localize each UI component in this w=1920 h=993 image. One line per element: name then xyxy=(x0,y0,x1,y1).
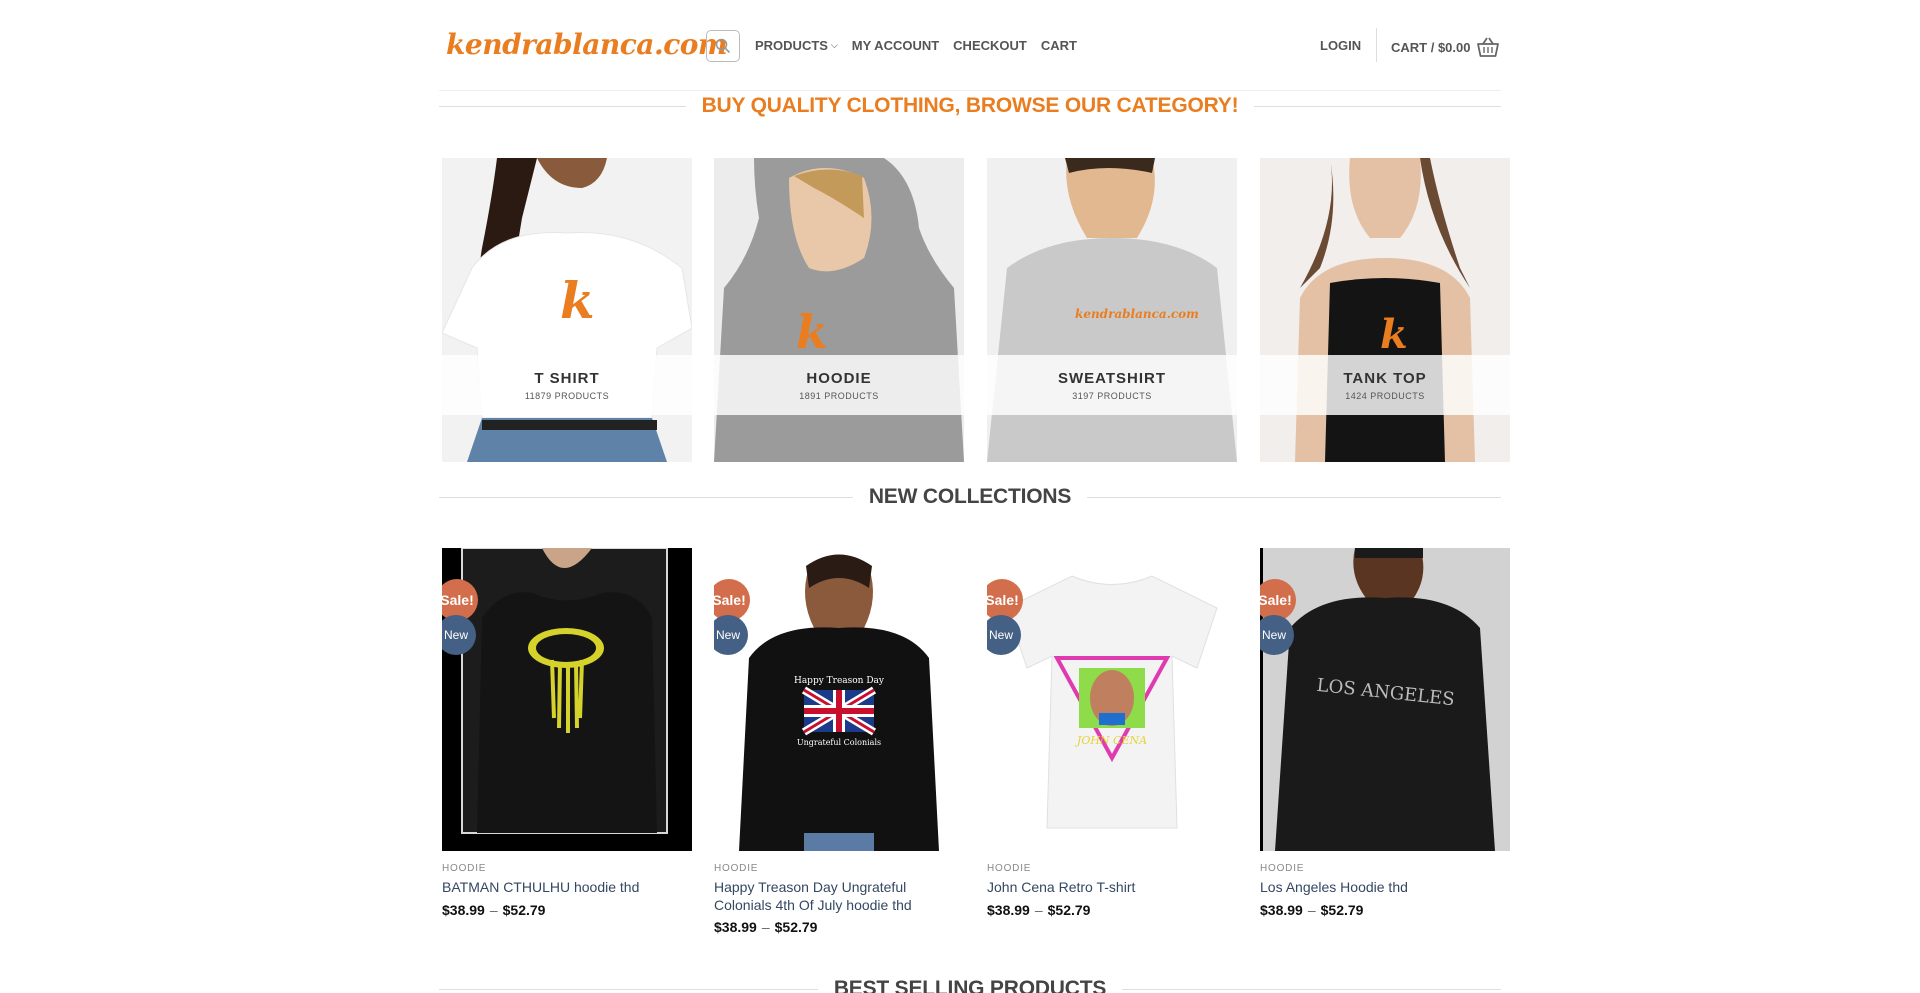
search-button[interactable] xyxy=(706,30,740,62)
category-name: TANK TOP xyxy=(1343,369,1427,387)
nav-item-cart[interactable]: CART xyxy=(1041,38,1077,53)
nav-item-my-account[interactable]: MY ACCOUNT xyxy=(852,38,939,53)
product-price: $38.99– $52.79 xyxy=(1260,901,1364,918)
best-selling-section-title: BEST SELLING PRODUCTS xyxy=(439,977,1502,993)
product-title[interactable]: BATMAN CTHULHU hoodie thd xyxy=(442,879,692,897)
product-photo: LOS ANGELES xyxy=(1260,548,1510,851)
site-logo[interactable]: kendrablanca.com xyxy=(446,28,728,61)
cart-link[interactable]: CART / $0.00 xyxy=(1391,36,1500,58)
category-count: 3197 PRODUCTS xyxy=(1072,390,1152,401)
product-category: HOODIE xyxy=(1260,863,1305,874)
header-divider xyxy=(1376,28,1377,62)
category-count: 1424 PRODUCTS xyxy=(1345,390,1425,401)
nav-item-checkout[interactable]: CHECKOUT xyxy=(953,38,1027,53)
chevron-down-icon: ⌵ xyxy=(830,40,838,50)
category-image-tank-top: k xyxy=(1260,158,1510,462)
tshirt-print-text: JOHN CENA xyxy=(1075,734,1147,747)
category-card-tank-top[interactable]: k TANK TOP 1424 PRODUCTS xyxy=(1260,158,1510,462)
main-nav: PRODUCTS ⌵ MY ACCOUNT CHECKOUT CART xyxy=(755,38,1077,53)
product-price: $38.99– $52.79 xyxy=(442,901,546,918)
category-name: HOODIE xyxy=(806,369,872,387)
product-photo xyxy=(442,548,692,851)
product-image[interactable]: LOS ANGELES Sale! New xyxy=(1260,548,1510,851)
product-category: HOODIE xyxy=(442,863,487,874)
cart-total: CART / $0.00 xyxy=(1391,39,1471,55)
product-photo: JOHN CENA xyxy=(987,548,1237,851)
category-count: 1891 PRODUCTS xyxy=(799,390,879,401)
category-heading: BUY QUALITY CLOTHING, BROWSE OUR CATEGOR… xyxy=(701,94,1239,117)
product-title[interactable]: Happy Treason Day Ungrateful Colonials 4… xyxy=(714,879,964,914)
category-section-title: BUY QUALITY CLOTHING, BROWSE OUR CATEGOR… xyxy=(439,94,1501,118)
product-image[interactable]: Happy Treason Day Ungrateful Colonials S… xyxy=(714,548,964,851)
nav-item-products[interactable]: PRODUCTS ⌵ xyxy=(755,38,838,53)
svg-text:k: k xyxy=(796,305,828,359)
product-category: HOODIE xyxy=(714,863,759,874)
product-card[interactable]: Sale! New HOODIE BATMAN CTHULHU hoodie t… xyxy=(442,548,692,918)
svg-text:k: k xyxy=(560,271,595,330)
best-selling-heading: BEST SELLING PRODUCTS xyxy=(833,977,1107,993)
product-price: $38.99– $52.79 xyxy=(714,919,818,935)
product-title[interactable]: John Cena Retro T-shirt xyxy=(987,879,1237,897)
category-image-sweatshirt: kendrablanca.com xyxy=(987,158,1237,462)
product-card[interactable]: Happy Treason Day Ungrateful Colonials S… xyxy=(714,548,964,935)
product-photo: Happy Treason Day Ungrateful Colonials xyxy=(714,548,964,851)
category-overlay: TANK TOP 1424 PRODUCTS xyxy=(1260,355,1510,415)
category-image-t-shirt: k xyxy=(442,158,692,462)
hoodie-print-subtext: Ungrateful Colonials xyxy=(797,738,881,747)
new-collections-section-title: NEW COLLECTIONS xyxy=(439,485,1502,509)
header-bottom-rule xyxy=(439,90,1501,91)
category-image-hoodie: k xyxy=(714,158,964,462)
product-card[interactable]: LOS ANGELES Sale! New HOODIE Los Angeles… xyxy=(1260,548,1510,918)
category-overlay: T SHIRT 11879 PRODUCTS xyxy=(442,355,692,415)
category-count: 11879 PRODUCTS xyxy=(524,390,610,401)
svg-text:kendrablanca.com: kendrablanca.com xyxy=(1075,307,1199,321)
product-title[interactable]: Los Angeles Hoodie thd xyxy=(1260,879,1510,897)
product-image[interactable]: JOHN CENA Sale! New xyxy=(987,548,1237,851)
product-category: HOODIE xyxy=(987,863,1032,874)
category-card-hoodie[interactable]: k HOODIE 1891 PRODUCTS xyxy=(714,158,964,462)
search-icon xyxy=(715,38,731,54)
site-header: kendrablanca.com PRODUCTS ⌵ MY ACCOUNT CH… xyxy=(0,0,1920,90)
new-collections-heading: NEW COLLECTIONS xyxy=(868,485,1072,508)
category-name: T SHIRT xyxy=(534,369,600,387)
category-name: SWEATSHIRT xyxy=(1057,369,1167,387)
login-link[interactable]: LOGIN xyxy=(1320,38,1361,53)
product-card[interactable]: JOHN CENA Sale! New HOODIE John Cena Ret… xyxy=(987,548,1237,918)
svg-text:k: k xyxy=(1380,311,1408,358)
basket-icon xyxy=(1477,37,1500,57)
product-image[interactable]: Sale! New xyxy=(442,548,692,851)
product-price: $38.99– $52.79 xyxy=(987,901,1091,918)
category-overlay: HOODIE 1891 PRODUCTS xyxy=(714,355,964,415)
hoodie-print-text: Happy Treason Day xyxy=(794,676,885,686)
category-overlay: SWEATSHIRT 3197 PRODUCTS xyxy=(987,355,1237,415)
category-card-sweatshirt[interactable]: kendrablanca.com SWEATSHIRT 3197 PRODUCT… xyxy=(987,158,1237,462)
category-card-t-shirt[interactable]: k T SHIRT 11879 PRODUCTS xyxy=(442,158,692,462)
